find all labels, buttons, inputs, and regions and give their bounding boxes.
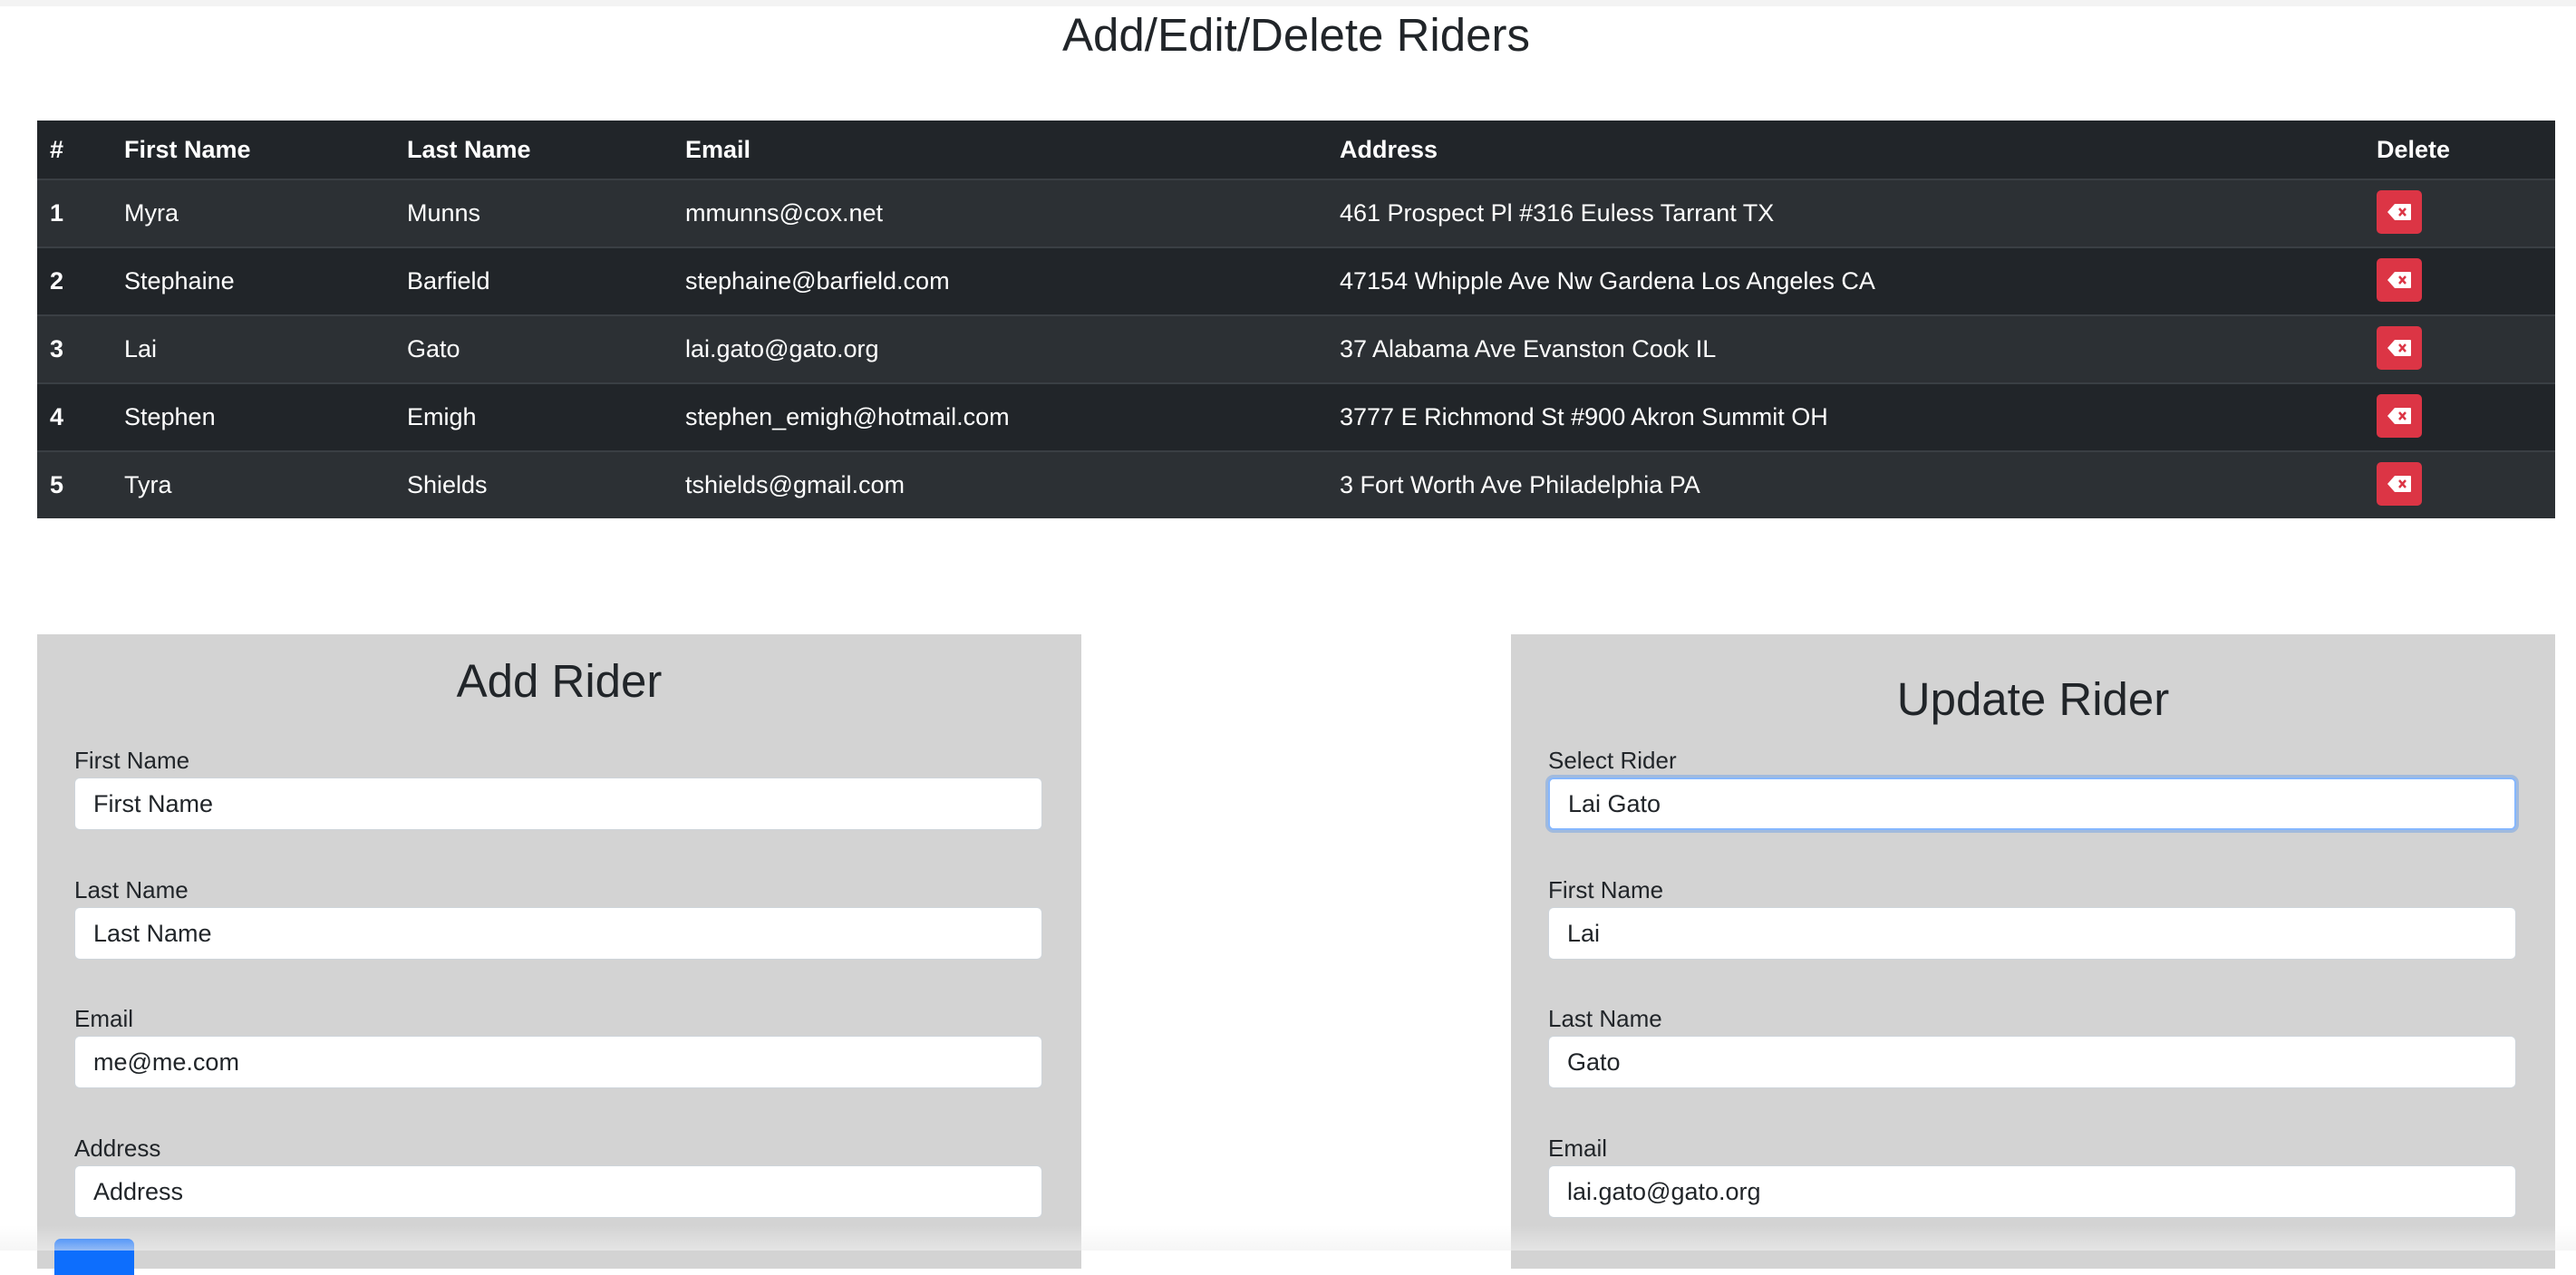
- cell-address: 37 Alabama Ave Evanston Cook IL: [1327, 314, 2364, 383]
- add-email-input[interactable]: [74, 1036, 1042, 1088]
- cell-first-name: Lai: [111, 314, 394, 383]
- cell-number: 1: [37, 179, 111, 247]
- table-row: 4 Stephen Emigh stephen_emigh@hotmail.co…: [37, 382, 2555, 451]
- cell-last-name: Munns: [394, 179, 673, 247]
- select-rider-input[interactable]: [1548, 778, 2516, 830]
- delete-button[interactable]: [2377, 190, 2422, 234]
- add-rider-form: Add Rider First Name Last Name Email Add…: [37, 634, 1081, 1275]
- cell-address: 3 Fort Worth Ave Philadelphia PA: [1327, 450, 2364, 518]
- cell-email: lai.gato@gato.org: [673, 314, 1327, 383]
- add-rider-submit-button[interactable]: [54, 1239, 134, 1275]
- backspace-x-icon: [2387, 476, 2411, 492]
- column-header-address: Address: [1327, 121, 2364, 180]
- cell-first-name: Stephen: [111, 382, 394, 451]
- update-rider-title: Update Rider: [1896, 673, 2170, 725]
- backspace-x-icon: [2387, 272, 2411, 288]
- page-title: Add/Edit/Delete Riders: [1062, 9, 1530, 61]
- add-last-name-input[interactable]: [74, 907, 1042, 960]
- table-row: 5 Tyra Shields tshields@gmail.com 3 Fort…: [37, 450, 2555, 518]
- delete-button[interactable]: [2377, 258, 2422, 302]
- cell-number: 3: [37, 314, 111, 383]
- first-name-label: First Name: [74, 747, 190, 774]
- cell-delete: [2364, 179, 2555, 247]
- cell-address: 47154 Whipple Ave Nw Gardena Los Angeles…: [1327, 246, 2364, 315]
- column-header-last-name: Last Name: [394, 121, 673, 180]
- backspace-x-icon: [2387, 408, 2411, 424]
- cell-delete: [2364, 314, 2555, 383]
- column-header-first-name: First Name: [111, 121, 394, 180]
- last-name-label: Last Name: [74, 876, 189, 903]
- cell-number: 5: [37, 450, 111, 518]
- update-rider-form: Update Rider Select Rider First Name Las…: [1511, 634, 2555, 1269]
- table-row: 3 Lai Gato lai.gato@gato.org 37 Alabama …: [37, 314, 2555, 383]
- update-last-name-input[interactable]: [1548, 1036, 2516, 1088]
- table-row: 2 Stephaine Barfield stephaine@barfield.…: [37, 246, 2555, 315]
- cell-number: 4: [37, 382, 111, 451]
- backspace-x-icon: [2387, 204, 2411, 220]
- cell-email: tshields@gmail.com: [673, 450, 1327, 518]
- table-header-row: # First Name Last Name Email Address Del…: [37, 121, 2555, 180]
- backspace-x-icon: [2387, 340, 2411, 356]
- update-email-input[interactable]: [1548, 1165, 2516, 1218]
- column-header-email: Email: [673, 121, 1327, 180]
- table-row: 1 Myra Munns mmunns@cox.net 461 Prospect…: [37, 179, 2555, 247]
- riders-table: # First Name Last Name Email Address Del…: [37, 121, 2555, 518]
- delete-button[interactable]: [2377, 394, 2422, 438]
- cell-email: stephaine@barfield.com: [673, 246, 1327, 315]
- first-name-label: First Name: [1548, 876, 1664, 903]
- cell-email: stephen_emigh@hotmail.com: [673, 382, 1327, 451]
- cell-first-name: Myra: [111, 179, 394, 247]
- add-address-input[interactable]: [74, 1165, 1042, 1218]
- add-first-name-input[interactable]: [74, 778, 1042, 830]
- address-label: Address: [74, 1135, 161, 1162]
- email-label: Email: [1548, 1135, 1608, 1162]
- cell-delete: [2364, 450, 2555, 518]
- cell-address: 3777 E Richmond St #900 Akron Summit OH: [1327, 382, 2364, 451]
- cell-email: mmunns@cox.net: [673, 179, 1327, 247]
- cell-number: 2: [37, 246, 111, 315]
- cell-first-name: Tyra: [111, 450, 394, 518]
- last-name-label: Last Name: [1548, 1005, 1662, 1032]
- cell-last-name: Gato: [394, 314, 673, 383]
- column-header-number: #: [37, 121, 111, 180]
- column-header-delete: Delete: [2364, 121, 2555, 180]
- cell-last-name: Barfield: [394, 246, 673, 315]
- delete-button[interactable]: [2377, 326, 2422, 370]
- select-rider-label: Select Rider: [1548, 747, 1677, 774]
- email-label: Email: [74, 1005, 134, 1032]
- cell-last-name: Shields: [394, 450, 673, 518]
- cell-address: 461 Prospect Pl #316 Euless Tarrant TX: [1327, 179, 2364, 247]
- update-first-name-input[interactable]: [1548, 907, 2516, 960]
- delete-button[interactable]: [2377, 462, 2422, 506]
- cell-first-name: Stephaine: [111, 246, 394, 315]
- cell-delete: [2364, 246, 2555, 315]
- cell-delete: [2364, 382, 2555, 451]
- add-rider-title: Add Rider: [456, 655, 663, 707]
- cell-last-name: Emigh: [394, 382, 673, 451]
